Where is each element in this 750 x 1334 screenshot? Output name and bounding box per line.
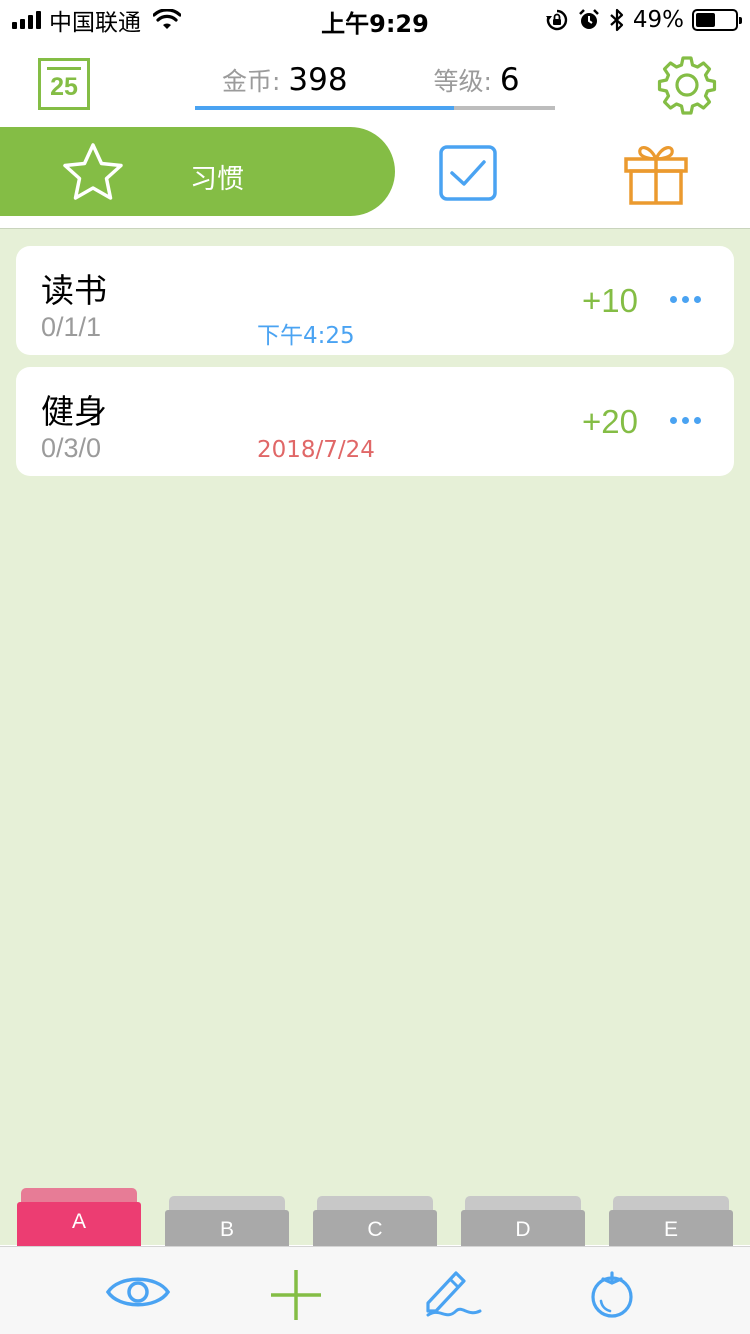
folder-tab-b[interactable]: B bbox=[165, 1186, 289, 1246]
main-tabs: 习惯 bbox=[0, 127, 750, 217]
eye-icon[interactable] bbox=[105, 1269, 171, 1315]
habit-name: 健身 bbox=[41, 392, 107, 431]
habit-date: 下午4:25 bbox=[257, 323, 355, 349]
folder-tab-c[interactable]: C bbox=[313, 1186, 437, 1246]
coins-label: 金币: bbox=[222, 67, 281, 96]
battery-percent: 49% bbox=[632, 7, 684, 33]
plus-icon[interactable] bbox=[268, 1267, 324, 1323]
habit-count: 0/1/1 bbox=[41, 312, 102, 342]
folder-label: E bbox=[663, 1218, 678, 1241]
folder-label: D bbox=[515, 1218, 531, 1241]
folder-tab-a[interactable]: A bbox=[17, 1186, 141, 1246]
pencil-icon[interactable] bbox=[422, 1265, 484, 1321]
battery-icon bbox=[692, 9, 742, 31]
coins-value: 398 bbox=[288, 62, 348, 98]
gift-icon[interactable] bbox=[622, 141, 690, 207]
bluetooth-icon bbox=[610, 8, 623, 32]
star-icon bbox=[63, 143, 123, 200]
tab-habits[interactable]: 习惯 bbox=[0, 127, 395, 216]
more-icon[interactable] bbox=[670, 296, 701, 303]
habit-card[interactable]: 读书 0/1/1 下午4:25 +10 bbox=[16, 246, 734, 355]
status-bar-right: 49% bbox=[545, 6, 742, 34]
alarm-icon bbox=[578, 9, 599, 29]
habit-list: 读书 0/1/1 下午4:25 +10 健身 0/3/0 2018/7/24 +… bbox=[0, 229, 750, 1245]
folder-tabs: A B C D E bbox=[0, 1186, 750, 1246]
level-label: 等级: bbox=[433, 67, 492, 96]
checkbox-icon[interactable] bbox=[438, 144, 500, 204]
tomato-icon[interactable] bbox=[588, 1267, 636, 1319]
habit-count: 0/3/0 bbox=[41, 433, 102, 463]
bottom-toolbar bbox=[0, 1246, 750, 1334]
level-value: 6 bbox=[499, 62, 520, 98]
folder-tab-e[interactable]: E bbox=[609, 1186, 733, 1246]
more-icon[interactable] bbox=[670, 417, 701, 424]
calendar-day: 25 bbox=[50, 73, 78, 101]
habit-date: 2018/7/24 bbox=[257, 437, 375, 463]
header: 25 金币: 398 等级: 6 bbox=[0, 40, 750, 120]
level-progress-bar bbox=[195, 106, 555, 110]
gear-icon[interactable] bbox=[656, 54, 718, 116]
folder-label: A bbox=[71, 1210, 86, 1233]
habit-card[interactable]: 健身 0/3/0 2018/7/24 +20 bbox=[16, 367, 734, 476]
folder-tab-d[interactable]: D bbox=[461, 1186, 585, 1246]
orientation-lock-icon bbox=[545, 9, 568, 31]
status-bar: 中国联通 上午9:29 49% bbox=[0, 0, 750, 40]
calendar-icon[interactable]: 25 bbox=[38, 58, 90, 110]
habit-points: +20 bbox=[582, 403, 638, 440]
habit-points: +10 bbox=[582, 282, 638, 319]
player-stats: 金币: 398 等级: 6 bbox=[222, 62, 520, 98]
tab-habits-label: 习惯 bbox=[190, 164, 244, 195]
folder-label: C bbox=[367, 1218, 383, 1241]
habit-name: 读书 bbox=[41, 271, 107, 310]
folder-label: B bbox=[219, 1218, 234, 1241]
